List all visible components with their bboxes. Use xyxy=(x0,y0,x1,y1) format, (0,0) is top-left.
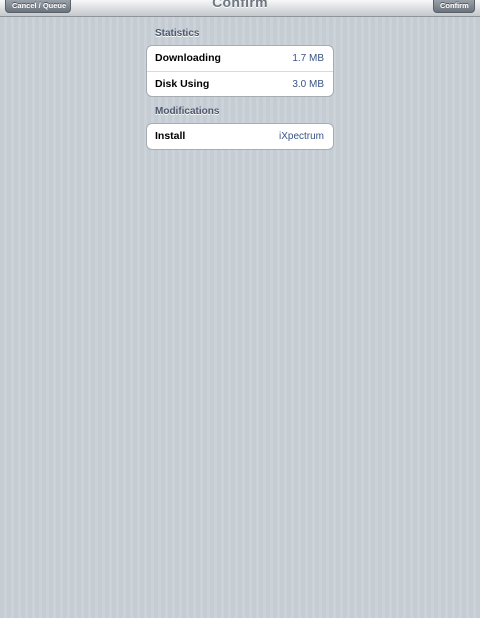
install-row[interactable]: Install iXpectrum xyxy=(147,124,333,149)
statistics-group: Downloading 1.7 MB Disk Using 3.0 MB xyxy=(146,45,334,97)
disk-using-label: Disk Using xyxy=(155,78,210,90)
page-title: Confirm xyxy=(212,0,268,10)
downloading-row: Downloading 1.7 MB xyxy=(147,46,333,71)
disk-using-row: Disk Using 3.0 MB xyxy=(147,71,333,96)
confirm-button[interactable]: Confirm xyxy=(433,0,475,13)
install-label: Install xyxy=(155,130,186,142)
modifications-group: Install iXpectrum xyxy=(146,123,334,150)
modifications-section-header: Modifications xyxy=(155,106,220,117)
downloading-label: Downloading xyxy=(155,52,221,64)
navigation-bar: Cancel / Queue Confirm Confirm xyxy=(0,0,480,17)
install-value: iXpectrum xyxy=(278,131,324,142)
statistics-section-header: Statistics xyxy=(155,28,200,39)
downloading-value: 1.7 MB xyxy=(292,53,324,64)
disk-using-value: 3.0 MB xyxy=(292,79,324,90)
